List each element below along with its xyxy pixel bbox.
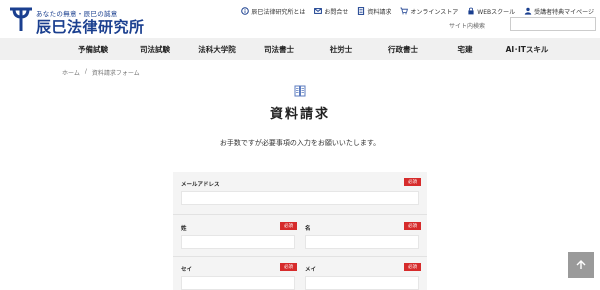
intro-text: お手数ですが必要事項の入力をお願いいたします。 — [219, 139, 381, 147]
form-divider — [173, 214, 427, 215]
email-field-group: メールアドレス 必須 — [181, 178, 421, 208]
page-title: 資料請求 — [269, 107, 330, 122]
user-icon — [524, 7, 532, 15]
required-badge: 必須 — [404, 263, 421, 271]
back-to-top-button[interactable] — [568, 252, 594, 278]
first-name-kana-label: メイ — [305, 267, 317, 273]
required-badge: 必須 — [404, 178, 421, 186]
topnav-mypage[interactable]: 受講者特典マイページ — [524, 7, 594, 16]
topnav-contact-label: お問合せ — [324, 8, 349, 16]
last-name-kana-input[interactable] — [181, 276, 295, 290]
nav-sharoushi[interactable]: 社労士 — [310, 38, 372, 60]
last-name-input[interactable] — [181, 235, 295, 249]
topnav-webschool-label: WEBスクール — [477, 8, 516, 16]
nav-takken[interactable]: 宅建 — [434, 38, 496, 60]
breadcrumb-current: 資料請求フォーム — [91, 70, 140, 77]
topnav-store[interactable]: オンラインストア — [400, 7, 458, 16]
required-badge: 必須 — [280, 263, 297, 271]
first-name-input[interactable] — [305, 235, 419, 249]
nav-yobi-shiken[interactable]: 予備試験 — [62, 38, 124, 60]
nav-ai-it-skill[interactable]: AI･ITスキル — [496, 38, 558, 60]
utility-nav: 辰巳法律研究所とは お問合せ 資料請求 オンラインストア WEBスクール 受講者… — [241, 5, 594, 17]
request-form: メールアドレス 必須 姓 必須 名 必須 セイ 必須 メイ 必須 — [173, 172, 427, 290]
first-name-label: 名 — [305, 226, 311, 232]
nav-shiho-shoshi[interactable]: 司法書士 — [248, 38, 310, 60]
document-icon — [294, 85, 306, 97]
email-input[interactable] — [181, 191, 419, 205]
topnav-request-label: 資料請求 — [367, 8, 392, 16]
topnav-about-label: 辰巳法律研究所とは — [251, 8, 306, 16]
mail-icon — [314, 8, 323, 14]
logo-name: 辰巳法律研究所 — [36, 18, 145, 36]
topnav-store-label: オンラインストア — [410, 8, 459, 16]
form-divider — [173, 256, 427, 257]
breadcrumb: ホーム / 資料請求フォーム — [62, 68, 140, 77]
first-name-kana-field-group: メイ 必須 — [305, 263, 421, 290]
nav-gyousei-shoshi[interactable]: 行政書士 — [372, 38, 434, 60]
first-name-kana-input[interactable] — [305, 276, 419, 290]
topnav-request[interactable]: 資料請求 — [357, 7, 391, 16]
topnav-contact[interactable]: お問合せ — [314, 7, 348, 16]
lock-icon — [468, 7, 474, 15]
required-badge: 必須 — [404, 222, 421, 230]
nav-law-school[interactable]: 法科大学院 — [186, 38, 248, 60]
logo-mark-icon — [10, 7, 32, 31]
topnav-mypage-label: 受講者特典マイページ — [534, 8, 594, 16]
breadcrumb-separator: / — [84, 68, 87, 75]
email-label: メールアドレス — [181, 182, 220, 188]
site-search-label: サイト内検索 — [449, 23, 486, 30]
last-name-kana-label: セイ — [181, 267, 193, 273]
nav-shiho-shiken[interactable]: 司法試験 — [124, 38, 186, 60]
arrow-up-icon — [576, 260, 586, 269]
main-nav: 予備試験 司法試験 法科大学院 司法書士 社労士 行政書士 宅建 AI･ITスキ… — [0, 38, 600, 60]
last-name-label: 姓 — [181, 226, 187, 232]
last-name-kana-field-group: セイ 必須 — [181, 263, 297, 290]
first-name-field-group: 名 必須 — [305, 222, 421, 252]
site-logo[interactable]: あなたの無意・辰巳の誠意 辰巳法律研究所 — [8, 5, 158, 36]
info-icon — [241, 7, 250, 15]
topnav-about[interactable]: 辰巳法律研究所とは — [241, 7, 305, 16]
cart-icon — [400, 7, 409, 15]
site-search-input[interactable] — [510, 17, 596, 31]
document-icon — [358, 7, 365, 15]
breadcrumb-home[interactable]: ホーム — [62, 68, 80, 77]
required-badge: 必須 — [280, 222, 297, 230]
last-name-field-group: 姓 必須 — [181, 222, 297, 252]
topnav-webschool[interactable]: WEBスクール — [467, 7, 515, 16]
site-header: あなたの無意・辰巳の誠意 辰巳法律研究所 辰巳法律研究所とは お問合せ 資料請求… — [0, 0, 600, 38]
